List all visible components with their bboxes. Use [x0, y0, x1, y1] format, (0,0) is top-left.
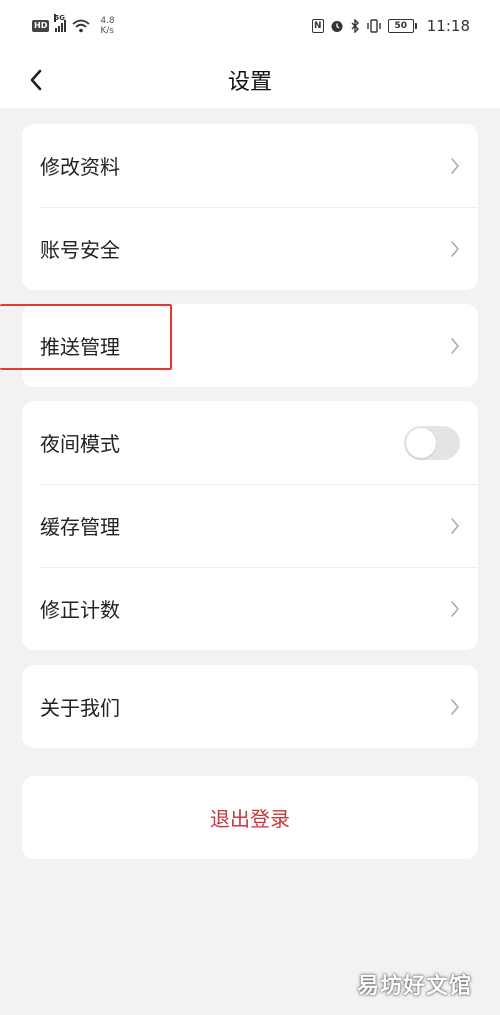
settings-item-account-security[interactable]: 账号安全 [22, 207, 478, 290]
chevron-right-icon [450, 600, 460, 618]
settings-item-cache-management[interactable]: 缓存管理 [22, 484, 478, 567]
night-mode-toggle[interactable] [404, 425, 460, 460]
logout-button[interactable]: 退出登录 [22, 776, 478, 859]
status-bar-right: N 50 11:18 [311, 17, 470, 35]
settings-item-label: 账号安全 [40, 238, 120, 262]
settings-group-about: 关于我们 [22, 665, 478, 748]
settings-item-push-management[interactable]: 推送管理 [22, 304, 478, 387]
signal-icon: 5G [54, 14, 67, 32]
settings-item-label: 推送管理 [40, 335, 120, 359]
settings-group-general: 夜间模式 缓存管理 修正计数 [22, 401, 478, 650]
status-bar: HD 5G 4.8 K/s N 50 11:18 [0, 0, 500, 52]
settings-item-label: 关于我们 [40, 696, 120, 720]
settings-item-label: 修改资料 [40, 155, 120, 179]
battery-icon: 50 [387, 19, 417, 33]
battery-level: 50 [387, 19, 414, 33]
chevron-right-icon [450, 337, 460, 355]
chevron-right-icon [450, 240, 460, 258]
page-title: 设置 [227, 70, 272, 95]
settings-item-label: 缓存管理 [40, 515, 120, 539]
nav-bar: 设置 [0, 52, 500, 108]
network-type-label: 5G [54, 14, 65, 22]
wifi-icon [72, 19, 90, 33]
network-speed: 4.8 K/s [100, 16, 114, 36]
settings-item-label: 修正计数 [40, 598, 120, 622]
network-speed-value: 4.8 [100, 16, 115, 26]
watermark: 易坊好文馆 [356, 974, 472, 999]
settings-item-about-us[interactable]: 关于我们 [22, 665, 478, 748]
status-bar-left: HD 5G 4.8 K/s [32, 14, 115, 36]
alarm-icon [331, 21, 343, 32]
toggle-knob [406, 427, 436, 458]
nfc-icon: N [311, 19, 324, 33]
settings-item-label: 夜间模式 [40, 432, 120, 456]
back-button[interactable] [22, 64, 50, 96]
bluetooth-icon [351, 19, 359, 33]
network-speed-unit: K/s [100, 26, 114, 36]
clock: 11:18 [426, 17, 470, 35]
hd-badge: HD [32, 20, 50, 32]
chevron-right-icon [450, 517, 460, 535]
chevron-left-icon [30, 69, 42, 91]
settings-item-correct-count[interactable]: 修正计数 [22, 567, 478, 650]
settings-group-push: 推送管理 [22, 304, 478, 387]
settings-group-profile: 修改资料 账号安全 [22, 124, 478, 290]
settings-item-night-mode[interactable]: 夜间模式 [22, 401, 478, 484]
logout-label: 退出登录 [210, 807, 290, 831]
chevron-right-icon [450, 698, 460, 716]
chevron-right-icon [450, 157, 460, 175]
settings-item-edit-profile[interactable]: 修改资料 [22, 124, 478, 207]
vibrate-icon [367, 19, 381, 33]
logout-card: 退出登录 [22, 776, 478, 859]
